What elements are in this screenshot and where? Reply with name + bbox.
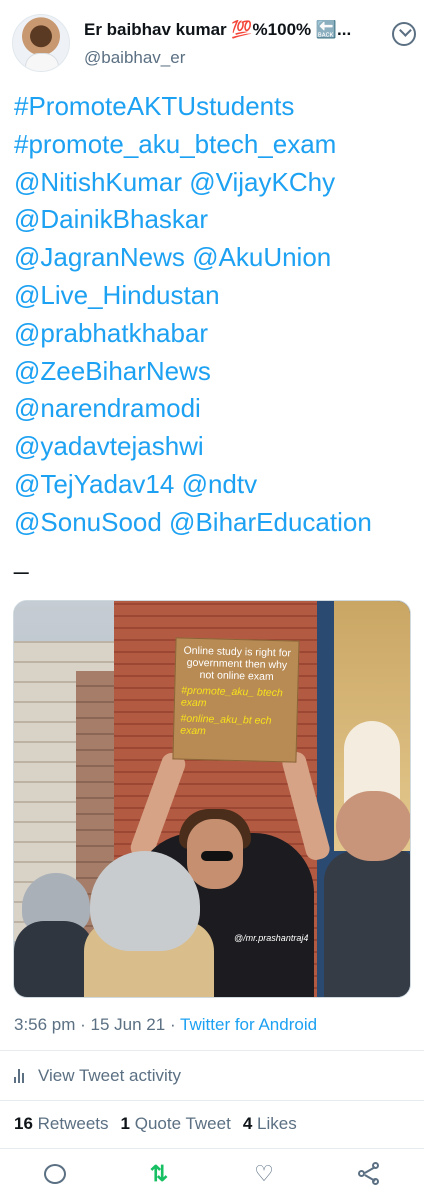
person-left [14, 921, 94, 997]
woman-hat [90, 851, 200, 951]
hashtag-link[interactable]: #PromoteAKTUstudents [14, 88, 414, 126]
heart-icon[interactable]: ♡ [252, 1162, 276, 1186]
share-line [364, 1166, 376, 1174]
divider [0, 1050, 424, 1051]
sign-text: Online study is right for government the… [183, 644, 292, 683]
chevron-down-icon[interactable] [387, 17, 421, 51]
tweet-source-link[interactable]: Twitter for Android [180, 1015, 317, 1034]
avatar-shirt [25, 53, 59, 71]
mention-link[interactable]: @Live_Hindustan [14, 277, 414, 315]
tweet-stats: 16 Retweets 1 Quote Tweet 4 Likes [14, 1114, 297, 1134]
mention-link[interactable]: @NitishKumar @VijayKChy [14, 164, 414, 202]
mention-link[interactable]: @SonuSood @BiharEducation [14, 504, 414, 542]
tweet-image[interactable]: Online study is right for government the… [13, 600, 411, 998]
image-watermark: @/mr.prashantraj4 [234, 933, 309, 943]
mention-link[interactable]: @yadavtejashwi [14, 428, 414, 466]
sunglasses [201, 851, 233, 861]
hashtag-link[interactable]: #promote_aku_btech_exam [14, 126, 414, 164]
quotes-label: Quote Tweet [134, 1114, 231, 1133]
divider [0, 1148, 424, 1149]
likes-count: 4 [242, 1114, 253, 1133]
tweet-meta: 3:56 pm · 15 Jun 21 · Twitter for Androi… [14, 1015, 317, 1035]
trailing-text: _ [14, 544, 29, 575]
tweet-text: #PromoteAKTUstudents #promote_aku_btech_… [14, 88, 414, 579]
person-right-body [324, 851, 410, 997]
tweet-header: Er baibhav kumar 💯%100% 🔙... @baibhav_er [12, 10, 421, 74]
share-icon[interactable] [358, 1162, 382, 1186]
likes-label: Likes [257, 1114, 297, 1133]
mention-link[interactable]: @JagranNews @AkuUnion [14, 239, 414, 277]
quotes-stat[interactable]: 1 Quote Tweet [121, 1114, 231, 1133]
quotes-count: 1 [120, 1114, 130, 1133]
view-activity-label: View Tweet activity [38, 1066, 181, 1085]
sign-promo-1: #promote_aku_ btech exam [180, 684, 283, 710]
person-right-head [336, 791, 410, 861]
mention-link[interactable]: @DainikBhaskar [14, 201, 414, 239]
meta-separator: · [165, 1015, 181, 1034]
tweet-actions: ⇅ ♡ [0, 1160, 424, 1190]
mention-link[interactable]: @prabhatkhabar [14, 315, 414, 353]
tweet-time: 3:56 pm [14, 1015, 76, 1034]
view-activity-button[interactable]: View Tweet activity [14, 1066, 181, 1086]
retweet-icon[interactable]: ⇅ [147, 1162, 171, 1186]
retweets-label: Retweets [37, 1114, 109, 1133]
protest-sign: Online study is right for government the… [172, 637, 300, 763]
mention-link[interactable]: @TejYadav14 @ndtv [14, 466, 414, 504]
author-handle[interactable]: @baibhav_er [84, 48, 185, 68]
likes-stat[interactable]: 4 Likes [243, 1114, 297, 1133]
meta-separator: · [75, 1015, 91, 1034]
retweets-stat[interactable]: 16 Retweets [14, 1114, 109, 1133]
retweets-count: 16 [14, 1114, 33, 1133]
sign-promo-2: #online_aku_bt ech exam [180, 712, 272, 738]
author-display-name[interactable]: Er baibhav kumar 💯%100% 🔙... [84, 20, 384, 40]
bar-chart-icon [14, 1069, 30, 1083]
reply-icon[interactable] [42, 1162, 66, 1186]
divider [0, 1100, 424, 1101]
avatar[interactable] [12, 14, 70, 72]
mention-link[interactable]: @ZeeBiharNews [14, 353, 414, 391]
tweet-date: 15 Jun 21 [90, 1015, 166, 1034]
mention-link[interactable]: @narendramodi [14, 390, 414, 428]
